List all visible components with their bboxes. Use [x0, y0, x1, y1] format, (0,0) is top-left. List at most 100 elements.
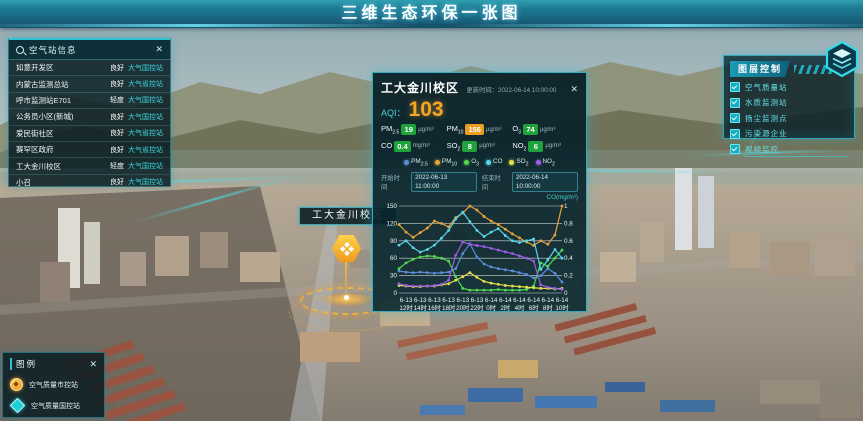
station-row[interactable]: 公务员小区(新城) 良好 大气国控站 [9, 109, 170, 125]
pollutant-value-badge: 6 [528, 141, 543, 152]
header-decoration-right [433, 24, 863, 27]
close-icon[interactable]: ✕ [155, 45, 163, 54]
pollutant-sub: 3 [518, 130, 521, 136]
svg-text:0时: 0时 [486, 303, 497, 312]
station-type: 大气省控站 [128, 128, 163, 138]
checkbox-checked-icon [730, 82, 740, 92]
layer-label: 污染源企业 [745, 128, 788, 139]
header-decoration-left [0, 24, 430, 27]
pollutant-name: SO [447, 141, 458, 150]
legend-dot [464, 160, 469, 165]
pollutant-sub: 2 [524, 146, 527, 152]
svg-text:6-14: 6-14 [527, 297, 540, 304]
legend-item-pm10[interactable]: PM10 [435, 158, 457, 167]
station-row[interactable]: 赛罕区政府 良好 大气省控站 [9, 142, 170, 158]
station-type: 大气省控站 [128, 79, 163, 89]
legend-item-co[interactable]: CO [486, 158, 502, 167]
station-name: 呼市监测站E701 [16, 95, 106, 106]
pollutant-value-badge: 156 [465, 124, 484, 135]
svg-text:6-13: 6-13 [428, 297, 441, 304]
end-time-label: 结束时间 [482, 173, 507, 191]
station-marker-icon[interactable] [332, 235, 361, 262]
station-level: 轻度 [110, 95, 124, 105]
legend-label: PM [442, 158, 451, 165]
pollutant-pm25: PM2.5 19 μg/m³ [381, 124, 447, 136]
layer-label: 空气质量站 [745, 82, 788, 93]
station-type: 大气国控站 [128, 95, 163, 105]
legend-item-no2[interactable]: NO2 [536, 158, 555, 167]
legend-label: NO [543, 158, 552, 165]
map-legend-panel: 图例 ✕ 空气质量市控站 空气质量国控站 [2, 352, 105, 418]
legend-item-national-station: 空气质量国控站 [10, 399, 97, 412]
end-time-input[interactable]: 2022-06-14 10:00:00 [512, 172, 578, 192]
svg-text:6-13: 6-13 [471, 297, 484, 304]
station-name: 赛罕区政府 [16, 144, 106, 155]
layer-toggle-water[interactable]: 水质监测站 [730, 97, 848, 108]
legend-sub: 2 [526, 161, 529, 167]
legend-sub: 10 [451, 161, 457, 167]
pollutant-unit: μg/m³ [540, 127, 555, 133]
svg-text:2时: 2时 [500, 303, 511, 312]
teal-station-icon [10, 398, 26, 414]
close-icon[interactable]: ✕ [570, 85, 578, 94]
station-list-panel: 空气站信息 ✕ 如意开发区 良好 大气国控站 内蒙古监测总站 良好 大气省控站 … [8, 38, 171, 187]
svg-text:14时: 14时 [414, 303, 428, 312]
station-panel-header: 空气站信息 ✕ [9, 40, 170, 60]
svg-text:20时: 20时 [456, 303, 470, 312]
checkbox-checked-icon [730, 98, 740, 108]
svg-text:6时: 6时 [529, 303, 540, 312]
layer-panel-title: 图层控制 [730, 61, 790, 77]
station-level: 良好 [110, 112, 124, 122]
station-row[interactable]: 呼市监测站E701 轻度 大气国控站 [9, 93, 170, 109]
windmill-icon [339, 241, 353, 255]
legend-dot [486, 160, 491, 165]
layer-toggle-pollution[interactable]: 污染源企业 [730, 128, 848, 139]
pollutant-name: CO [381, 141, 392, 150]
update-time: 更新时间：2022-06-14 10:00:00 [465, 85, 556, 94]
station-row[interactable]: 爱民街社区 良好 大气省控站 [9, 126, 170, 142]
layer-label: 扬尘监测点 [745, 113, 788, 124]
layer-toggle-video[interactable]: 视频监控 [730, 144, 848, 155]
svg-text:10时: 10时 [555, 303, 569, 312]
pollutant-name: PM [381, 124, 392, 133]
layer-toggle-air[interactable]: 空气质量站 [730, 82, 848, 93]
svg-text:6-13: 6-13 [442, 297, 455, 304]
svg-text:16时: 16时 [428, 303, 442, 312]
pollutant-unit: μg/m³ [418, 127, 433, 133]
legend-item-o3[interactable]: O3 [464, 158, 479, 167]
close-icon[interactable]: ✕ [89, 360, 97, 369]
station-row[interactable]: 内蒙古监测总站 良好 大气省控站 [9, 76, 170, 92]
station-detail-popup: 工大金川校区 更新时间：2022-06-14 10:00:00 ✕ AQI： 1… [372, 72, 587, 312]
legend-sub: 3 [476, 161, 479, 167]
station-row[interactable]: 如意开发区 良好 大气国控站 [9, 60, 170, 76]
legend-item-so2[interactable]: SO2 [509, 158, 528, 167]
chart-legend: PM2.5 PM10 O3 CO SO2 NO2 [381, 158, 578, 167]
legend-item-pm25[interactable]: PM2.5 [404, 158, 428, 167]
layer-label: 视频监控 [745, 144, 779, 155]
svg-text:30: 30 [390, 273, 398, 280]
station-name: 如意开发区 [16, 62, 106, 73]
station-name: 内蒙古监测总站 [16, 79, 106, 90]
layers-hex-button[interactable] [823, 40, 861, 78]
svg-text:1: 1 [564, 203, 568, 210]
station-name: 爱民街社区 [16, 128, 106, 139]
station-row[interactable]: 工大金川校区 轻度 大气国控站 [9, 158, 170, 174]
station-panel-title: 空气站信息 [29, 44, 150, 56]
layer-toggle-dust[interactable]: 扬尘监测点 [730, 113, 848, 124]
pollutant-value-badge: 0.4 [394, 141, 410, 152]
svg-text:0.2: 0.2 [564, 273, 573, 280]
station-type: 大气国控站 [128, 177, 163, 187]
station-name: 工大金川校区 [16, 161, 106, 172]
station-row[interactable]: 小召 良好 大气国控站 [9, 175, 170, 190]
svg-text:6-14: 6-14 [513, 297, 526, 304]
svg-text:150: 150 [386, 203, 397, 210]
search-icon[interactable] [16, 46, 24, 54]
header-bar: 三维生态环保一张图 [0, 0, 863, 28]
pollutant-name: PM [447, 124, 458, 133]
station-level: 良好 [110, 63, 124, 73]
legend-dot [536, 160, 541, 165]
pollutant-o3: O3 74 μg/m³ [512, 124, 578, 136]
svg-text:4时: 4时 [515, 303, 526, 312]
svg-text:22时: 22时 [470, 303, 484, 312]
start-time-input[interactable]: 2022-06-13 11:00:00 [411, 172, 477, 192]
